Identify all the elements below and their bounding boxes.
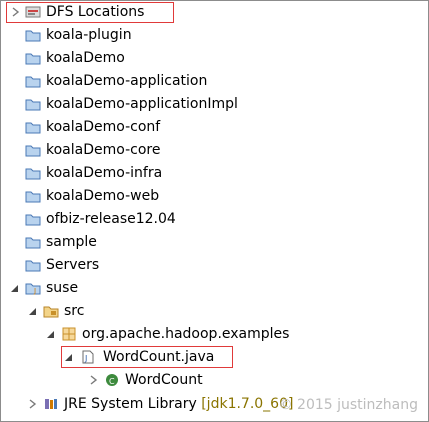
- tree-label: JRE System Library [jdk1.7.0_60]: [64, 395, 293, 413]
- class-icon: C: [106, 374, 118, 386]
- folder-project-icon: [25, 168, 41, 180]
- library-icon: [45, 399, 57, 409]
- folder-project-icon: [25, 191, 41, 203]
- tree-node-project[interactable]: sample: [1, 231, 428, 254]
- tree-node-dfs-locations[interactable]: DFS Locations: [1, 1, 428, 24]
- folder-project-icon: [25, 53, 41, 65]
- folder-project-icon: [25, 260, 41, 272]
- folder-project-icon: [25, 145, 41, 157]
- expanded-triangle-icon[interactable]: [10, 283, 19, 293]
- tree-label: koalaDemo-application: [46, 73, 208, 89]
- tree-node-project[interactable]: koalaDemo-conf: [1, 116, 428, 139]
- folder-project-icon: [25, 214, 41, 226]
- tree-node-class[interactable]: C WordCount: [1, 369, 428, 392]
- tree-node-project[interactable]: koalaDemo-core: [1, 139, 428, 162]
- tree-node-project[interactable]: koalaDemo-applicationImpl: [1, 93, 428, 116]
- tree-node-java-file[interactable]: J WordCount.java: [1, 346, 428, 369]
- tree-node-project[interactable]: koalaDemo-application: [1, 70, 428, 93]
- expanded-triangle-icon[interactable]: [64, 352, 73, 362]
- package-icon: [62, 327, 76, 341]
- chevron-right-icon[interactable]: [89, 375, 98, 385]
- folder-project-icon: J: [25, 283, 41, 295]
- tree-label: src: [64, 303, 85, 319]
- jre-label: JRE System Library: [64, 396, 197, 412]
- svg-text:J: J: [33, 287, 36, 295]
- tree-node-package[interactable]: org.apache.hadoop.examples: [1, 323, 428, 346]
- tree-label: suse: [46, 280, 79, 296]
- tree-label: WordCount: [125, 372, 203, 388]
- tree-label: Servers: [46, 257, 100, 273]
- svg-text:J: J: [84, 354, 87, 363]
- chevron-right-icon[interactable]: [28, 399, 37, 409]
- watermark-text: © 2015 justinzhang: [278, 397, 418, 413]
- folder-project-icon: [25, 99, 41, 111]
- tree-node-project[interactable]: koala-plugin: [1, 24, 428, 47]
- tree-label: DFS Locations: [46, 4, 145, 20]
- tree-label: koalaDemo-web: [46, 188, 160, 204]
- chevron-right-icon[interactable]: [11, 7, 20, 17]
- tree-label: koala-plugin: [46, 27, 132, 43]
- tree-node-project[interactable]: Servers: [1, 254, 428, 277]
- source-folder-icon: [43, 306, 59, 318]
- folder-project-icon: [25, 122, 41, 134]
- tree-node-src[interactable]: src: [1, 300, 428, 323]
- tree-label: sample: [46, 234, 97, 250]
- tree-label: koalaDemo: [46, 50, 125, 66]
- svg-text:C: C: [109, 377, 115, 386]
- tree-node-project[interactable]: ofbiz-release12.04: [1, 208, 428, 231]
- project-explorer-tree: DFS Locations koala-plugin koalaDemo koa…: [0, 0, 429, 422]
- java-file-icon: J: [82, 350, 94, 364]
- tree-label: koalaDemo-core: [46, 142, 161, 158]
- tree-node-project[interactable]: koalaDemo-infra: [1, 162, 428, 185]
- tree-label: koalaDemo-conf: [46, 119, 161, 135]
- tree-label: org.apache.hadoop.examples: [82, 326, 290, 342]
- tree-node-project[interactable]: koalaDemo-web: [1, 185, 428, 208]
- tree-label: koalaDemo-infra: [46, 165, 163, 181]
- folder-project-icon: [25, 237, 41, 249]
- dfs-location-icon: [25, 6, 41, 18]
- tree-label: WordCount.java: [103, 349, 215, 365]
- tree-node-suse[interactable]: J suse: [1, 277, 428, 300]
- tree-node-project[interactable]: koalaDemo: [1, 47, 428, 70]
- expanded-triangle-icon[interactable]: [28, 306, 37, 316]
- tree-label: koalaDemo-applicationImpl: [46, 96, 238, 112]
- folder-project-icon: [25, 76, 41, 88]
- tree-label: ofbiz-release12.04: [46, 211, 176, 227]
- expanded-triangle-icon[interactable]: [46, 329, 55, 339]
- folder-project-icon: [25, 30, 41, 42]
